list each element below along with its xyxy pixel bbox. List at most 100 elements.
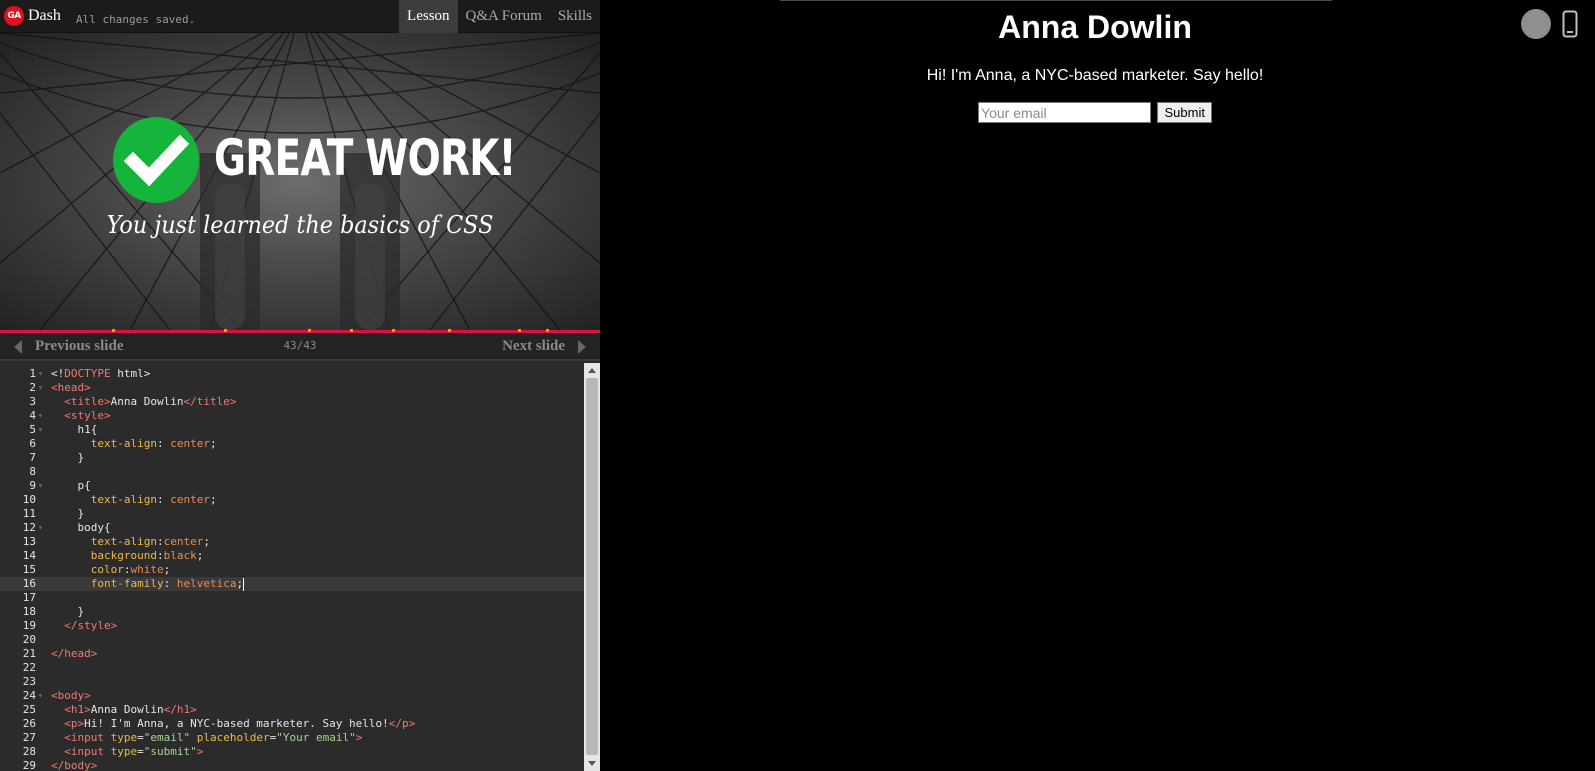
- code-text[interactable]: color:white;: [51, 563, 171, 577]
- code-line[interactable]: 11 }: [0, 507, 584, 521]
- code-text[interactable]: text-align: center;: [51, 493, 217, 507]
- code-text[interactable]: </style>: [51, 619, 117, 633]
- fold-toggle-icon[interactable]: ▾: [38, 367, 43, 381]
- code-line[interactable]: 8: [0, 465, 584, 479]
- code-line[interactable]: 20: [0, 633, 584, 647]
- code-text[interactable]: <!DOCTYPE html>: [51, 367, 150, 381]
- next-arrow-icon[interactable]: [578, 340, 586, 354]
- tab-qa-forum[interactable]: Q&A Forum: [458, 0, 550, 33]
- line-number: 16: [22, 577, 36, 590]
- code-text[interactable]: text-align:center;: [51, 535, 210, 549]
- code-line[interactable]: 13 text-align:center;: [0, 535, 584, 549]
- code-line[interactable]: 26 <p>Hi! I'm Anna, a NYC-based marketer…: [0, 717, 584, 731]
- mobile-device-icon[interactable]: [1562, 10, 1578, 38]
- code-text[interactable]: <body>: [51, 689, 91, 703]
- code-line[interactable]: 24 ▾ <body>: [0, 689, 584, 703]
- code-line[interactable]: 16 font-family: helvetica;: [0, 577, 584, 591]
- code-text[interactable]: <head>: [51, 381, 91, 395]
- code-line[interactable]: 19 </style>: [0, 619, 584, 633]
- editor-scrollbar[interactable]: [584, 363, 600, 771]
- progress-marker[interactable]: [518, 329, 521, 332]
- code-line[interactable]: 5 ▾ h1{: [0, 423, 584, 437]
- progress-marker[interactable]: [112, 329, 115, 332]
- code-line[interactable]: 18 }: [0, 605, 584, 619]
- code-line[interactable]: 12 ▾ body{: [0, 521, 584, 535]
- progress-marker[interactable]: [448, 329, 451, 332]
- code-text[interactable]: <p>Hi! I'm Anna, a NYC-based marketer. S…: [51, 717, 415, 731]
- progress-marker[interactable]: [350, 329, 353, 332]
- code-text[interactable]: <input type="email" placeholder="Your em…: [51, 731, 362, 745]
- check-icon: [113, 117, 199, 203]
- fold-toggle-icon[interactable]: ▾: [38, 423, 43, 437]
- code-line[interactable]: 22: [0, 661, 584, 675]
- fold-toggle-icon[interactable]: ▾: [38, 689, 43, 703]
- submit-button[interactable]: Submit: [1157, 102, 1212, 123]
- code-text[interactable]: }: [51, 605, 84, 619]
- line-number: 22: [22, 661, 36, 674]
- progress-marker[interactable]: [392, 329, 395, 332]
- code-line[interactable]: 2 ▾ <head>: [0, 381, 584, 395]
- code-line[interactable]: 25 <h1>Anna Dowlin</h1>: [0, 703, 584, 717]
- code-line[interactable]: 7 }: [0, 451, 584, 465]
- email-field[interactable]: [978, 102, 1152, 123]
- fold-toggle-icon[interactable]: ▾: [38, 381, 43, 395]
- code-line[interactable]: 10 text-align: center;: [0, 493, 584, 507]
- code-line[interactable]: 3 <title>Anna Dowlin</title>: [0, 395, 584, 409]
- tab-lesson[interactable]: Lesson: [399, 0, 458, 33]
- fold-toggle-icon[interactable]: ▾: [38, 521, 43, 535]
- code-line[interactable]: 9 ▾ p{: [0, 479, 584, 493]
- preview-heading: Anna Dowlin: [998, 9, 1192, 45]
- fold-toggle-icon[interactable]: ▾: [38, 409, 43, 423]
- code-line[interactable]: 6 text-align: center;: [0, 437, 584, 451]
- line-number: 3: [29, 395, 36, 408]
- next-slide-button[interactable]: Next slide: [502, 338, 565, 355]
- code-text[interactable]: <h1>Anna Dowlin</h1>: [51, 703, 196, 717]
- code-line[interactable]: 27 <input type="email" placeholder="Your…: [0, 731, 584, 745]
- code-text[interactable]: background:black;: [51, 549, 204, 563]
- scroll-down-icon[interactable]: [588, 761, 596, 766]
- code-line[interactable]: 23: [0, 675, 584, 689]
- code-line[interactable]: 15 color:white;: [0, 563, 584, 577]
- tab-skills[interactable]: Skills: [550, 0, 600, 33]
- fold-toggle-icon[interactable]: ▾: [38, 479, 43, 493]
- progress-marker[interactable]: [546, 329, 549, 332]
- code-text[interactable]: <input type="submit">: [51, 745, 203, 759]
- view-toggle-circle-icon[interactable]: [1521, 9, 1551, 39]
- code-editor[interactable]: 1 ▾ <!DOCTYPE html> 2 ▾ <head> 3 <title>Anna D…: [0, 363, 600, 771]
- line-number: 13: [22, 535, 36, 548]
- line-number: 21: [22, 647, 36, 660]
- code-text[interactable]: body{: [51, 521, 110, 535]
- progress-marker[interactable]: [308, 329, 311, 332]
- code-line[interactable]: 17: [0, 591, 584, 605]
- line-number: 10: [22, 493, 36, 506]
- code-text[interactable]: }: [51, 507, 84, 521]
- code-text[interactable]: </head>: [51, 647, 97, 661]
- code-text[interactable]: p{: [51, 479, 90, 493]
- code-line[interactable]: 29 </body>: [0, 759, 584, 771]
- line-number: 11: [22, 507, 36, 520]
- code-line[interactable]: 28 <input type="submit">: [0, 745, 584, 759]
- code-text[interactable]: <title>Anna Dowlin</title>: [51, 395, 236, 409]
- code-text[interactable]: }: [51, 451, 84, 465]
- code-text[interactable]: h1{: [51, 423, 97, 437]
- code-line[interactable]: 21 </head>: [0, 647, 584, 661]
- code-text[interactable]: </body>: [51, 759, 97, 771]
- line-number: 9: [29, 479, 36, 492]
- ga-logo-icon[interactable]: GA: [4, 6, 24, 26]
- scroll-thumb[interactable]: [586, 378, 598, 755]
- code-text[interactable]: text-align: center;: [51, 437, 217, 451]
- brand-name[interactable]: Dash: [28, 7, 61, 25]
- progress-marker[interactable]: [224, 329, 227, 332]
- code-text[interactable]: font-family: helvetica;: [51, 577, 245, 591]
- slide-navigation: Previous slide 43/43 Next slide: [0, 333, 600, 361]
- scroll-up-icon[interactable]: [588, 368, 596, 373]
- line-number: 6: [29, 437, 36, 450]
- code-text[interactable]: <style>: [51, 409, 110, 423]
- code-line[interactable]: 1 ▾ <!DOCTYPE html>: [0, 367, 584, 381]
- line-number: 12: [22, 521, 36, 534]
- code-line[interactable]: 4 ▾ <style>: [0, 409, 584, 423]
- line-number: 5: [29, 423, 36, 436]
- hero-title: GREAT WORK!: [214, 129, 516, 187]
- code-line[interactable]: 14 background:black;: [0, 549, 584, 563]
- top-bar: GA Dash All changes saved. Lesson Q&A Fo…: [0, 0, 600, 33]
